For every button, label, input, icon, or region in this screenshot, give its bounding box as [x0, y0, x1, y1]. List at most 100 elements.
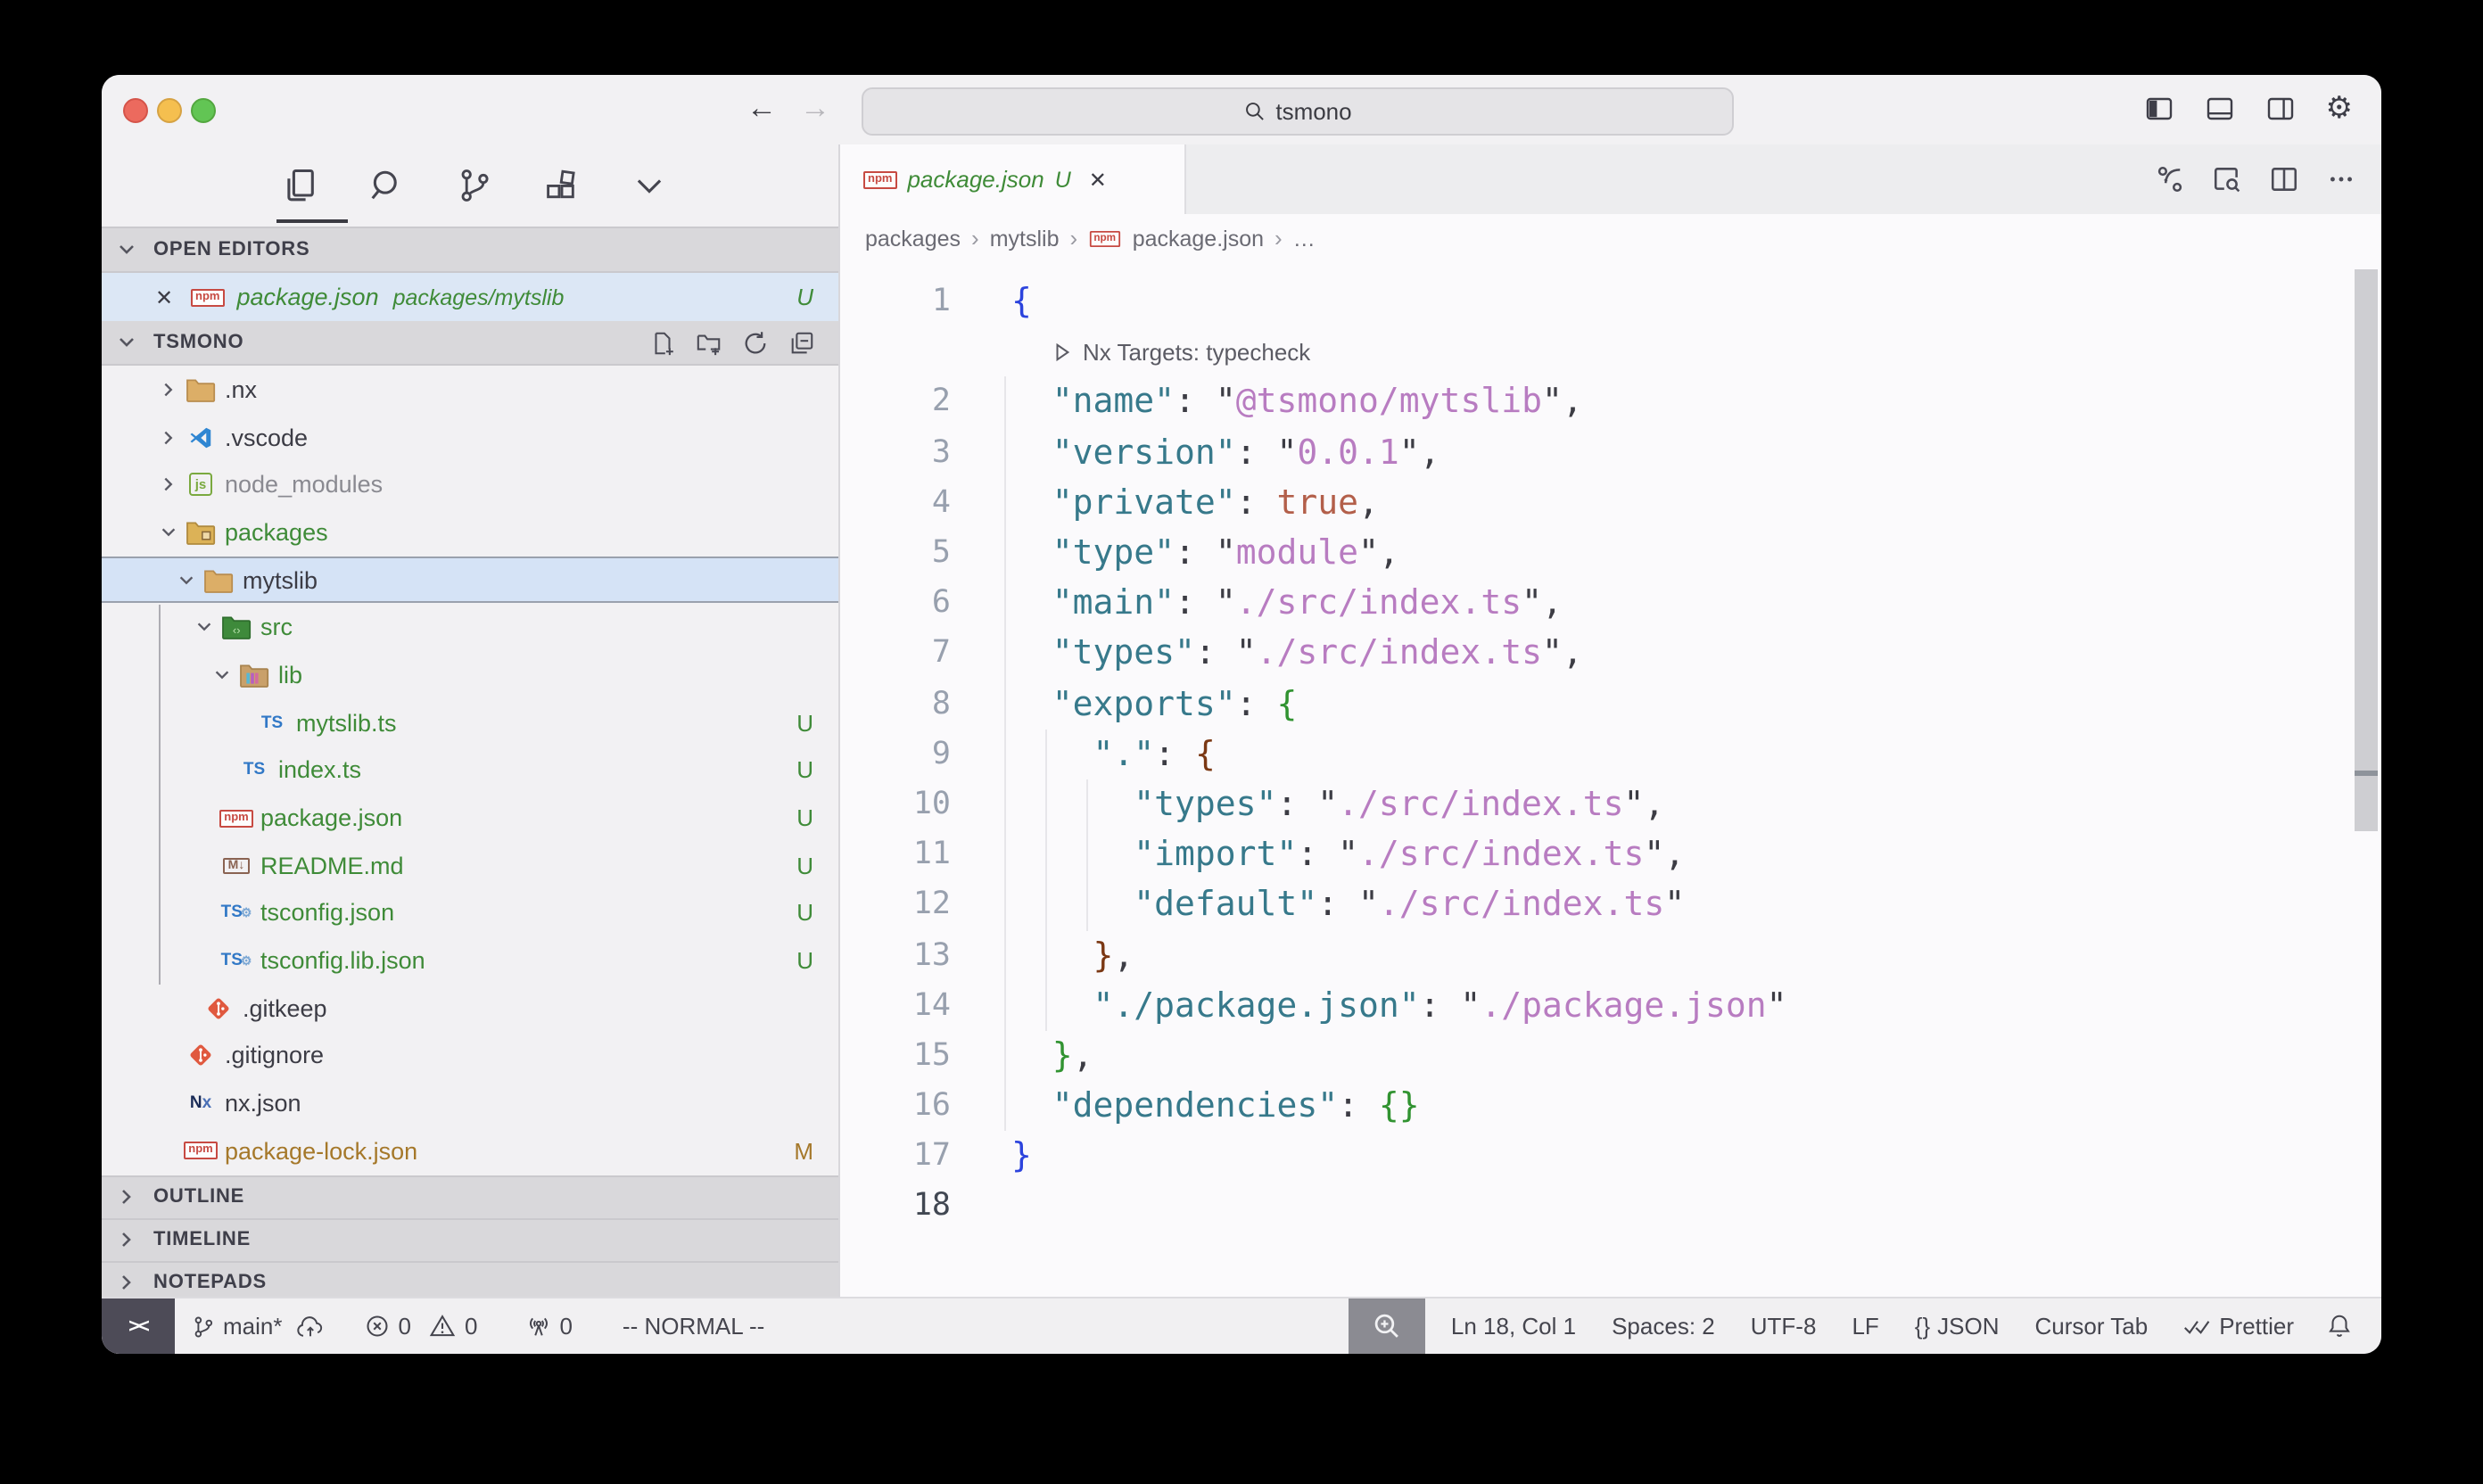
branch-status-item[interactable]: main*: [191, 1313, 326, 1340]
code-line-7[interactable]: 7 "types": "./src/index.ts",: [840, 629, 2381, 679]
chevron-right-icon[interactable]: [150, 380, 186, 400]
tree-item-index-ts[interactable]: TSindex.tsU: [102, 746, 838, 794]
chevron-right-icon[interactable]: [150, 427, 186, 447]
close-editor-icon[interactable]: ✕: [155, 284, 191, 309]
explorer-files-icon[interactable]: [276, 162, 323, 209]
tree-item-tsconfig-lib-json[interactable]: TS⚙tsconfig.lib.jsonU: [102, 937, 838, 985]
editor-scrollbar[interactable]: [2355, 269, 2378, 831]
refresh-icon[interactable]: [742, 329, 769, 356]
code-line-content[interactable]: },: [1002, 1036, 2381, 1076]
navigate-forward-button[interactable]: →: [794, 89, 837, 128]
screencast-zoom-indicator[interactable]: [1349, 1298, 1426, 1354]
compare-changes-icon[interactable]: [2155, 164, 2185, 194]
code-line-6[interactable]: 6 "main": "./src/index.ts",: [840, 578, 2381, 628]
tree-item--nx[interactable]: .nx: [102, 366, 838, 413]
more-actions-icon[interactable]: [2326, 164, 2356, 194]
toggle-primary-sidebar-icon[interactable]: [2144, 95, 2174, 123]
code-line-4[interactable]: 4 "private": true,: [840, 478, 2381, 528]
code-line-2[interactable]: 2 "name": "@tsmono/mytslib",: [840, 377, 2381, 427]
vim-mode-indicator[interactable]: -- NORMAL --: [623, 1313, 764, 1340]
indentation-item[interactable]: Spaces: 2: [1612, 1313, 1715, 1340]
new-file-icon[interactable]: [649, 329, 676, 356]
extensions-icon[interactable]: [539, 162, 585, 209]
problems-status-item[interactable]: 0 0: [365, 1313, 478, 1340]
tab-package-json[interactable]: npm package.json U ✕: [840, 144, 1186, 214]
encoding-item[interactable]: UTF-8: [1751, 1313, 1817, 1340]
code-line-15[interactable]: 15 },: [840, 1031, 2381, 1081]
code-line-content[interactable]: "name": "@tsmono/mytslib",: [1002, 383, 2381, 422]
toggle-secondary-sidebar-icon[interactable]: [2265, 95, 2296, 123]
close-window-button[interactable]: [123, 98, 148, 123]
codelens-link[interactable]: Nx Targets: typecheck: [1002, 339, 2381, 366]
remote-indicator[interactable]: ><: [102, 1298, 175, 1354]
cursor-tab-item[interactable]: Cursor Tab: [2035, 1313, 2149, 1340]
code-line-13[interactable]: 13 },: [840, 930, 2381, 980]
command-center-search[interactable]: tsmono: [862, 87, 1734, 136]
code-line-18[interactable]: 18: [840, 1182, 2381, 1232]
open-editor-item[interactable]: ✕ npm package.json packages/mytslib U: [102, 273, 838, 321]
settings-gear-icon[interactable]: ⚙: [2326, 91, 2354, 127]
chevron-down-icon[interactable]: [186, 618, 221, 638]
code-line-content[interactable]: "./package.json": "./package.json": [1002, 985, 2381, 1025]
tree-item-tsconfig-json[interactable]: TS⚙tsconfig.jsonU: [102, 889, 838, 936]
code-line-content[interactable]: "type": "module",: [1002, 533, 2381, 573]
open-editors-header[interactable]: OPEN EDITORS: [102, 227, 838, 273]
code-line-3[interactable]: 3 "version": "0.0.1",: [840, 427, 2381, 477]
tree-item--gitignore[interactable]: .gitignore: [102, 1032, 838, 1079]
code-line-content[interactable]: "default": "./src/index.ts": [1002, 886, 2381, 925]
new-folder-icon[interactable]: [696, 329, 722, 356]
breadcrumb-packages[interactable]: packages: [865, 226, 961, 251]
formatter-item[interactable]: Prettier: [2183, 1313, 2294, 1340]
tree-item-node-modules[interactable]: jsnode_modules: [102, 461, 838, 508]
tree-item--gitkeep[interactable]: .gitkeep: [102, 985, 838, 1032]
code-line-content[interactable]: "import": "./src/index.ts",: [1002, 835, 2381, 874]
zoom-window-button[interactable]: [191, 98, 216, 123]
code-line-9[interactable]: 9 ".": {: [840, 729, 2381, 779]
breadcrumb-symbol[interactable]: …: [1293, 226, 1316, 251]
tree-item-nx-json[interactable]: Nxnx.json: [102, 1080, 838, 1127]
search-view-icon[interactable]: [364, 162, 410, 209]
code-line-content[interactable]: {: [1002, 282, 2381, 321]
workspace-header[interactable]: TSMONO: [102, 321, 838, 366]
tree-item-readme-md[interactable]: M↓README.mdU: [102, 842, 838, 889]
code-line-content[interactable]: "exports": {: [1002, 684, 2381, 723]
notifications-item[interactable]: [2326, 1313, 2353, 1340]
language-mode-item[interactable]: {} JSON: [1915, 1313, 2000, 1340]
code-line-17[interactable]: 17}: [840, 1131, 2381, 1181]
notepads-section-header[interactable]: NOTEPADS: [102, 1260, 838, 1297]
cursor-position-item[interactable]: Ln 18, Col 1: [1451, 1313, 1576, 1340]
minimize-window-button[interactable]: [157, 98, 182, 123]
open-preview-icon[interactable]: [2212, 164, 2242, 194]
toggle-panel-icon[interactable]: [2205, 95, 2235, 123]
breadcrumb-mytslib[interactable]: mytslib: [990, 226, 1060, 251]
codelens-row[interactable]: Nx Targets: typecheck: [840, 326, 2381, 376]
breadcrumb-file[interactable]: package.json: [1133, 226, 1264, 251]
tree-item-packages[interactable]: packages: [102, 508, 838, 556]
tree-item-package-json[interactable]: npmpackage.jsonU: [102, 794, 838, 841]
eol-item[interactable]: LF: [1852, 1313, 1878, 1340]
code-line-content[interactable]: "dependencies": {}: [1002, 1086, 2381, 1125]
tree-item-src[interactable]: ‹›src: [102, 604, 838, 651]
code-line-11[interactable]: 11 "import": "./src/index.ts",: [840, 829, 2381, 879]
tree-item-package-lock-json[interactable]: npmpackage-lock.jsonM: [102, 1127, 838, 1175]
chevron-down-icon[interactable]: [150, 523, 186, 542]
code-line-content[interactable]: }: [1002, 1137, 2381, 1176]
code-line-content[interactable]: "types": "./src/index.ts",: [1002, 634, 2381, 673]
chevron-down-icon[interactable]: [203, 665, 239, 685]
outline-section-header[interactable]: OUTLINE: [102, 1175, 838, 1217]
code-line-1[interactable]: 1{: [840, 276, 2381, 326]
ports-status-item[interactable]: 0: [524, 1313, 572, 1340]
collapse-all-icon[interactable]: [788, 329, 815, 356]
code-line-14[interactable]: 14 "./package.json": "./package.json": [840, 980, 2381, 1030]
code-line-content[interactable]: "private": true,: [1002, 483, 2381, 523]
code-line-10[interactable]: 10 "types": "./src/index.ts",: [840, 779, 2381, 829]
code-line-content[interactable]: "main": "./src/index.ts",: [1002, 583, 2381, 622]
tree-item-lib[interactable]: lib: [102, 651, 838, 698]
code-line-content[interactable]: },: [1002, 936, 2381, 975]
chevron-down-icon[interactable]: [168, 570, 203, 589]
navigate-back-button[interactable]: ←: [740, 89, 783, 128]
code-line-8[interactable]: 8 "exports": {: [840, 679, 2381, 729]
code-line-content[interactable]: "version": "0.0.1",: [1002, 433, 2381, 472]
additional-views-chevron-icon[interactable]: [626, 162, 672, 209]
code-line-content[interactable]: "types": "./src/index.ts",: [1002, 785, 2381, 824]
